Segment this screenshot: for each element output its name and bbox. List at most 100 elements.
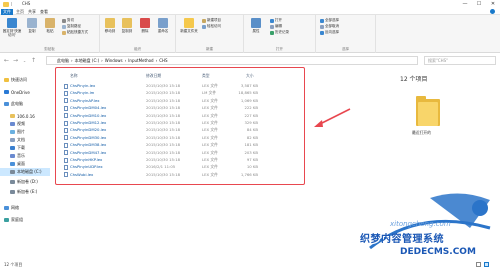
copy-to-button[interactable]: 复制到 bbox=[119, 18, 135, 33]
copy-path-button[interactable]: 复制路径 bbox=[62, 24, 81, 29]
nav-item[interactable]: 此电脑 bbox=[0, 100, 50, 108]
nav-item[interactable]: 新加卷 (E:) bbox=[0, 188, 50, 196]
music-icon bbox=[10, 154, 15, 158]
paste-label: 粘贴 bbox=[46, 29, 54, 33]
close-button[interactable]: ✕ bbox=[486, 0, 500, 8]
help-icon[interactable] bbox=[490, 9, 495, 14]
select-group-label: 选择 bbox=[342, 47, 349, 51]
nav-item[interactable]: 新加卷 (D:) bbox=[0, 178, 50, 186]
nav-item[interactable]: 视频 bbox=[0, 120, 50, 128]
properties-label: 属性 bbox=[252, 29, 260, 33]
new-folder-button[interactable]: 新建文件夹 bbox=[180, 18, 198, 33]
edit-button[interactable]: 编辑 bbox=[270, 24, 282, 29]
minimize-button[interactable]: — bbox=[458, 0, 472, 8]
breadcrumb-separator: › bbox=[71, 58, 73, 63]
select-all-button[interactable]: 全部选择 bbox=[320, 18, 339, 23]
details-view-icon[interactable] bbox=[476, 262, 481, 267]
cut-button[interactable]: 剪切 bbox=[62, 18, 74, 23]
back-icon[interactable]: ← bbox=[3, 57, 10, 64]
address-bar[interactable]: 此电脑 › 本地磁盘 (C:) › Windows › InputMethod … bbox=[46, 56, 418, 65]
preview-title: 12 个项目 bbox=[400, 76, 428, 83]
nav-item-label: 文档 bbox=[17, 137, 25, 142]
nav-item[interactable]: 下载 bbox=[0, 144, 50, 152]
pin-icon bbox=[7, 18, 17, 28]
new-group: 新建文件夹 新建项目 轻松访问 新建 bbox=[176, 15, 244, 53]
address-row: ← → ⌄ ↑ 此电脑 › 本地磁盘 (C:) › Windows › Inpu… bbox=[0, 54, 500, 67]
copy-to-label: 复制到 bbox=[121, 29, 133, 33]
open-icon bbox=[270, 18, 274, 23]
open-button[interactable]: 打开 bbox=[270, 18, 282, 23]
breadcrumb-1[interactable]: 本地磁盘 (C:) bbox=[75, 58, 100, 64]
paste-shortcut-label: 粘贴快捷方式 bbox=[67, 30, 88, 34]
rename-button[interactable]: 重命名 bbox=[155, 18, 171, 33]
edit-icon bbox=[270, 24, 274, 29]
easy-access-button[interactable]: 轻松访问 bbox=[202, 24, 221, 29]
new-item-icon bbox=[202, 18, 206, 23]
breadcrumb-4[interactable]: CHS bbox=[159, 58, 167, 63]
new-group-label: 新建 bbox=[206, 47, 213, 51]
nav-item[interactable]: 本地磁盘 (C:) bbox=[0, 168, 50, 176]
breadcrumb-separator: › bbox=[101, 58, 103, 63]
delete-button[interactable]: 删除 bbox=[137, 18, 153, 33]
up-icon[interactable]: ↑ bbox=[30, 57, 37, 64]
forward-icon[interactable]: → bbox=[12, 57, 19, 64]
nav-item-label: OneDrive bbox=[11, 89, 30, 95]
video-icon bbox=[10, 122, 15, 126]
watermark-text: 织梦内容管理系统 bbox=[360, 234, 444, 245]
select-none-button[interactable]: 全部取消 bbox=[320, 24, 339, 29]
select-group: 全部选择 全部取消 反向选择 选择 bbox=[316, 15, 376, 53]
nav-item[interactable]: 网络 bbox=[0, 204, 50, 212]
copy-path-label: 复制路径 bbox=[67, 24, 81, 28]
computer-icon bbox=[4, 102, 9, 106]
picture-icon bbox=[10, 130, 15, 134]
star-icon bbox=[4, 78, 9, 82]
nav-item[interactable]: 文档 bbox=[0, 136, 50, 144]
history-icon bbox=[270, 30, 274, 35]
new-item-button[interactable]: 新建项目 bbox=[202, 18, 221, 23]
preview-folder-sublabel: 最近打开的 bbox=[412, 130, 431, 135]
new-item-label: 新建项目 bbox=[207, 18, 221, 22]
move-to-button[interactable]: 移动到 bbox=[102, 18, 118, 33]
desktop-icon bbox=[10, 162, 15, 166]
quick-access-toolbar[interactable] bbox=[11, 2, 19, 6]
move-icon bbox=[105, 18, 115, 28]
nav-item[interactable]: 106.0.16 bbox=[0, 112, 50, 120]
properties-icon bbox=[251, 18, 261, 28]
search-input[interactable]: 搜索"CHS" bbox=[424, 56, 496, 65]
nav-item-label: 新加卷 (D:) bbox=[17, 179, 38, 184]
nav-item-label: 图片 bbox=[17, 129, 25, 134]
ribbon-tabs: 文件 主页 共享 查看 bbox=[0, 8, 500, 15]
nav-item[interactable]: OneDrive bbox=[0, 88, 50, 96]
clipboard-group: 固定到'快速访问' 复制 粘贴 剪切 复制路径 粘贴快捷方式 剪贴板 bbox=[0, 15, 100, 53]
paste-icon bbox=[45, 18, 55, 28]
copy-icon bbox=[27, 18, 37, 28]
large-icons-view-icon[interactable] bbox=[484, 262, 489, 267]
breadcrumb-3[interactable]: InputMethod bbox=[128, 58, 153, 63]
nav-item-label: 新加卷 (E:) bbox=[17, 189, 38, 194]
nav-item[interactable]: 家庭组 bbox=[0, 216, 50, 224]
history-label: 历史记录 bbox=[275, 30, 289, 34]
open-group: 属性 打开 编辑 历史记录 打开 bbox=[244, 15, 316, 53]
nav-item[interactable]: 桌面 bbox=[0, 160, 50, 168]
invert-selection-button[interactable]: 反向选择 bbox=[320, 30, 339, 35]
nav-item[interactable]: 图片 bbox=[0, 128, 50, 136]
maximize-button[interactable]: ☐ bbox=[472, 0, 486, 8]
edit-label: 编辑 bbox=[275, 24, 282, 28]
properties-button[interactable]: 属性 bbox=[248, 18, 264, 33]
paste-button[interactable]: 粘贴 bbox=[42, 18, 58, 33]
path-icon bbox=[62, 24, 66, 29]
drive-icon bbox=[10, 180, 15, 184]
recent-locations-icon[interactable]: ⌄ bbox=[21, 57, 28, 64]
nav-item[interactable]: 音乐 bbox=[0, 152, 50, 160]
history-button[interactable]: 历史记录 bbox=[270, 30, 289, 35]
paste-shortcut-button[interactable]: 粘贴快捷方式 bbox=[62, 30, 88, 35]
breadcrumb-0[interactable]: 此电脑 bbox=[57, 58, 69, 64]
move-to-label: 移动到 bbox=[104, 29, 116, 33]
organize-group: 移动到 复制到 删除 重命名 组织 bbox=[100, 15, 176, 53]
nav-item[interactable]: 快速访问 bbox=[0, 76, 50, 84]
breadcrumb-2[interactable]: Windows bbox=[105, 58, 123, 63]
drive-icon bbox=[10, 170, 15, 174]
new-folder-label: 新建文件夹 bbox=[180, 29, 198, 33]
copy-button[interactable]: 复制 bbox=[24, 18, 40, 33]
pin-quick-access-button[interactable]: 固定到'快速访问' bbox=[2, 18, 22, 37]
